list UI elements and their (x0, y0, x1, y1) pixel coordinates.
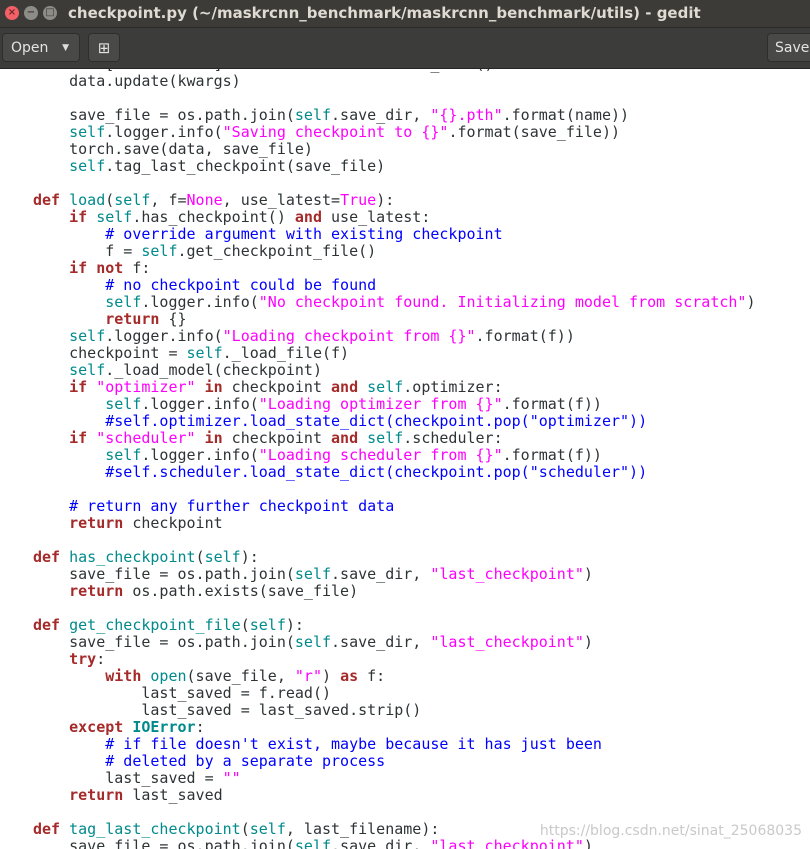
code-line[interactable]: self.logger.info("Loading checkpoint fro… (33, 328, 755, 345)
code-line[interactable]: def has_checkpoint(self): (33, 549, 755, 566)
code-line[interactable]: last_saved = "" (33, 770, 755, 787)
open-button[interactable]: Open ▼ (2, 33, 80, 62)
code-line[interactable]: return checkpoint (33, 515, 755, 532)
code-line[interactable]: last_saved = f.read() (33, 685, 755, 702)
code-line[interactable]: data.update(kwargs) (33, 73, 755, 90)
code-line[interactable]: with open(save_file, "r") as f: (33, 668, 755, 685)
code-line[interactable]: def get_checkpoint_file(self): (33, 617, 755, 634)
code-line[interactable]: except IOError: (33, 719, 755, 736)
code-line[interactable]: last_saved = last_saved.strip() (33, 702, 755, 719)
code-line[interactable]: if self.has_checkpoint() and use_latest: (33, 209, 755, 226)
code-line[interactable]: save_file = os.path.join(self.save_dir, … (33, 107, 755, 124)
code-line[interactable]: # return any further checkpoint data (33, 498, 755, 515)
open-button-label: Open (11, 40, 49, 56)
code-editor[interactable]: data["scheduler"] = self.scheduler.state… (0, 69, 810, 849)
new-tab-icon: ⊞ (97, 39, 111, 57)
code-line[interactable]: # if file doesn't exist, maybe because i… (33, 736, 755, 753)
code-line[interactable] (33, 532, 755, 549)
code-line[interactable]: if "scheduler" in checkpoint and self.sc… (33, 430, 755, 447)
code-line[interactable]: save_file = os.path.join(self.save_dir, … (33, 634, 755, 651)
maximize-window-button[interactable]: □ (43, 6, 57, 20)
code-line[interactable]: save_file = os.path.join(self.save_dir, … (33, 838, 755, 849)
new-document-button[interactable]: ⊞ (88, 33, 120, 62)
code-line[interactable]: return last_saved (33, 787, 755, 804)
code-line[interactable]: #self.optimizer.load_state_dict(checkpoi… (33, 413, 755, 430)
code-line[interactable] (33, 481, 755, 498)
code-line[interactable] (33, 90, 755, 107)
code-line[interactable]: f = self.get_checkpoint_file() (33, 243, 755, 260)
code-line[interactable]: # no checkpoint could be found (33, 277, 755, 294)
code-line[interactable]: save_file = os.path.join(self.save_dir, … (33, 566, 755, 583)
code-line[interactable]: if "optimizer" in checkpoint and self.op… (33, 379, 755, 396)
code-line[interactable] (33, 175, 755, 192)
code-line[interactable]: try: (33, 651, 755, 668)
code-line[interactable]: # deleted by a separate process (33, 753, 755, 770)
code-line[interactable]: self.tag_last_checkpoint(save_file) (33, 158, 755, 175)
code-line[interactable] (33, 804, 755, 821)
window-title: checkpoint.py (~/maskrcnn_benchmark/mask… (68, 4, 701, 22)
code-line[interactable]: return os.path.exists(save_file) (33, 583, 755, 600)
window-titlebar[interactable]: × − □ checkpoint.py (~/maskrcnn_benchmar… (0, 0, 810, 28)
code-line[interactable]: self.logger.info("Loading scheduler from… (33, 447, 755, 464)
chevron-down-icon: ▼ (62, 43, 69, 53)
code-line[interactable]: return {} (33, 311, 755, 328)
code-line[interactable]: #self.scheduler.load_state_dict(checkpoi… (33, 464, 755, 481)
code-line[interactable] (33, 600, 755, 617)
code-line[interactable]: self.logger.info("Saving checkpoint to {… (33, 124, 755, 141)
code-line[interactable]: self.logger.info("No checkpoint found. I… (33, 294, 755, 311)
watermark: https://blog.csdn.net/sinat_25068035 (539, 823, 802, 839)
toolbar: Open ▼ ⊞ Save (0, 28, 810, 69)
code-line[interactable]: self.logger.info("Loading optimizer from… (33, 396, 755, 413)
save-button[interactable]: Save (767, 33, 810, 62)
code-line[interactable]: if not f: (33, 260, 755, 277)
code-line[interactable]: torch.save(data, save_file) (33, 141, 755, 158)
code-line[interactable]: self._load_model(checkpoint) (33, 362, 755, 379)
code-line[interactable]: def load(self, f=None, use_latest=True): (33, 192, 755, 209)
code-line[interactable]: checkpoint = self._load_file(f) (33, 345, 755, 362)
code-view[interactable]: data["scheduler"] = self.scheduler.state… (33, 69, 755, 849)
close-window-button[interactable]: × (5, 6, 19, 20)
code-line[interactable]: # override argument with existing checkp… (33, 226, 755, 243)
minimize-window-button[interactable]: − (24, 6, 38, 20)
